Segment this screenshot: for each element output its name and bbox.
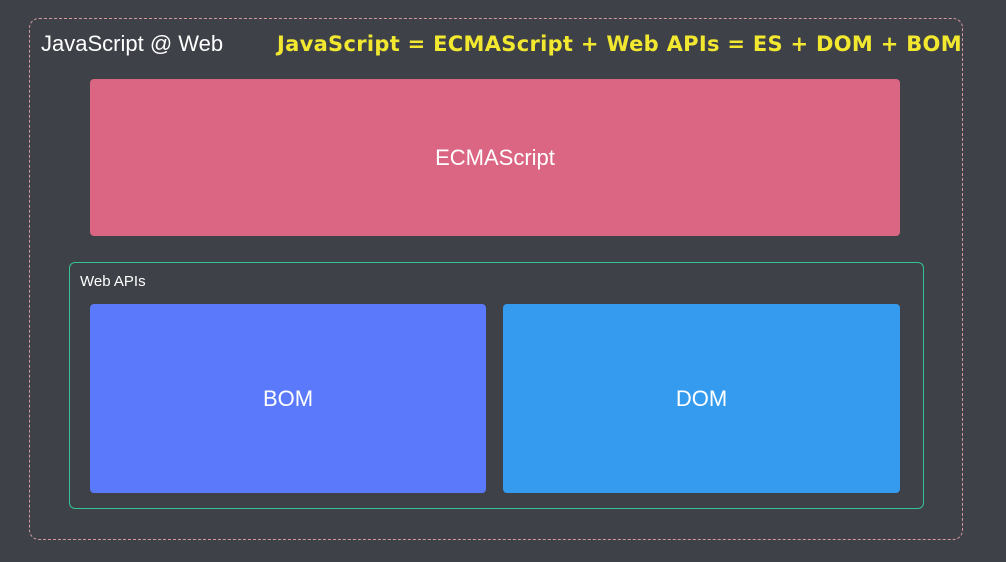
frame-title: JavaScript @ Web [41, 31, 224, 56]
dom-box: DOM [503, 304, 900, 493]
formula-annotation: JavaScript = ECMAScript + Web APIs = ES … [277, 32, 962, 56]
bom-label: BOM [262, 385, 314, 411]
dom-label: DOM [675, 385, 728, 411]
bom-box: BOM [90, 304, 486, 493]
web-apis-label: Web APIs [80, 273, 146, 290]
ecmascript-box: ECMAScript [90, 79, 900, 236]
ecmascript-label: ECMAScript [435, 144, 555, 170]
